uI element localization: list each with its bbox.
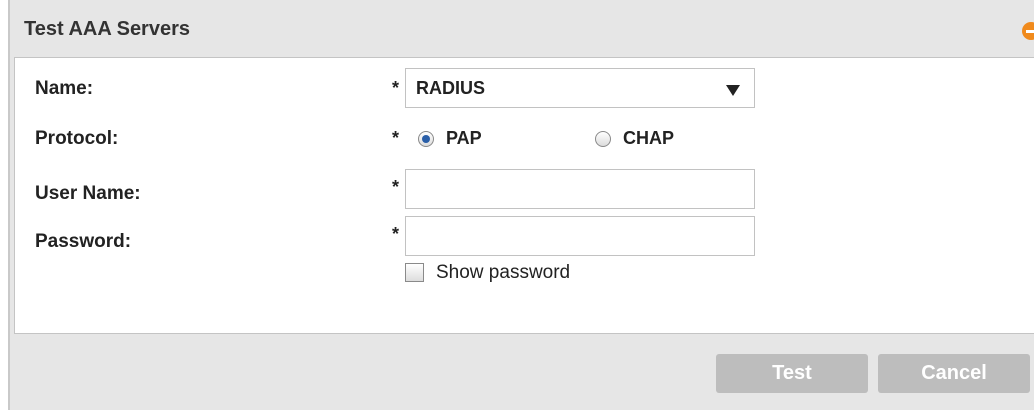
name-select-value: RADIUS bbox=[416, 78, 486, 98]
password-label: Password: bbox=[35, 231, 132, 252]
name-label: Name: bbox=[35, 78, 94, 99]
user-name-label: User Name: bbox=[35, 183, 141, 204]
dialog-titlebar: Test AAA Servers bbox=[10, 0, 1034, 58]
form-panel: Name: * RADIUS Protocol: * PAP CHAP User… bbox=[14, 57, 1034, 334]
radio-pap[interactable] bbox=[418, 131, 434, 147]
protocol-required-marker: * bbox=[392, 128, 400, 148]
name-required-marker: * bbox=[392, 78, 400, 98]
name-select[interactable]: RADIUS bbox=[405, 68, 755, 108]
cancel-button[interactable]: Cancel bbox=[878, 354, 1030, 393]
radio-chap-label[interactable]: CHAP bbox=[623, 128, 674, 149]
dialog-title: Test AAA Servers bbox=[24, 18, 190, 40]
user-name-input[interactable] bbox=[405, 169, 755, 209]
password-required-marker: * bbox=[392, 224, 400, 244]
radio-chap[interactable] bbox=[595, 131, 611, 147]
dropdown-arrow-icon bbox=[726, 85, 740, 96]
protocol-label: Protocol: bbox=[35, 128, 119, 149]
show-password-label[interactable]: Show password bbox=[436, 262, 570, 284]
radio-pap-label[interactable]: PAP bbox=[446, 128, 482, 149]
show-password-checkbox[interactable] bbox=[405, 263, 424, 282]
test-button[interactable]: Test bbox=[716, 354, 868, 393]
minus-circle-icon[interactable] bbox=[1022, 22, 1034, 40]
test-aaa-servers-dialog: Test AAA Servers Name: * RADIUS Protocol… bbox=[8, 0, 1034, 410]
user-name-required-marker: * bbox=[392, 177, 400, 197]
password-input[interactable] bbox=[405, 216, 755, 256]
